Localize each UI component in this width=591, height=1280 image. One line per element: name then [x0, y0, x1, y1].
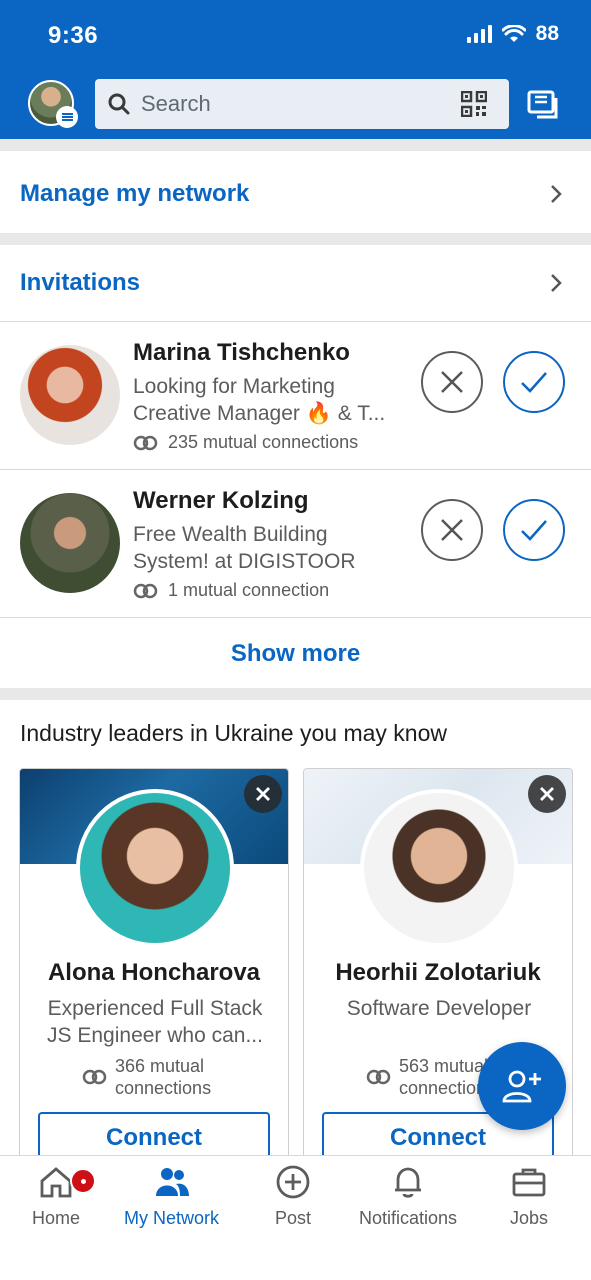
- bell-icon: [395, 1167, 422, 1198]
- invitation-headline: Looking for Marketing Creative Manager 🔥…: [133, 375, 386, 425]
- nav-jobs[interactable]: Jobs: [510, 1164, 548, 1229]
- top-header: 9:36 88 Search: [0, 0, 591, 139]
- bottom-nav: Home My Network Post Notifications Jobs: [0, 1155, 591, 1280]
- battery-level: 88: [535, 22, 559, 45]
- invitations-label: Invitations: [20, 269, 141, 296]
- invitation-item[interactable]: Marina Tishchenko Looking for Marketing …: [0, 322, 591, 469]
- dismiss-button[interactable]: [528, 775, 566, 813]
- manage-network-label: Manage my network: [20, 180, 250, 207]
- invitation-headline: Free Wealth Building System! at DIGISTOO…: [133, 523, 356, 573]
- close-icon: [256, 787, 270, 801]
- nav-home[interactable]: Home: [32, 1164, 96, 1229]
- nav-notifications[interactable]: Notifications: [359, 1164, 457, 1229]
- messaging-icon[interactable]: [527, 88, 561, 122]
- section-gap: [0, 688, 591, 700]
- mutual-connections: 563 mutual connections: [366, 1055, 495, 1099]
- mutual-connections: 366 mutual connections: [82, 1055, 211, 1099]
- check-icon: [521, 372, 547, 393]
- close-icon: [441, 519, 463, 541]
- section-gap: [0, 139, 591, 151]
- card-headline: Software Developer: [346, 997, 532, 1020]
- status-icons: 88: [466, 22, 559, 46]
- add-person-icon: [502, 1070, 541, 1103]
- suggestion-card[interactable]: Alona Honcharova Experienced Full Stack …: [19, 768, 289, 1168]
- accept-button[interactable]: [503, 351, 565, 413]
- nav-my-network[interactable]: My Network: [124, 1164, 219, 1229]
- nav-post[interactable]: Post: [275, 1164, 311, 1229]
- mutual-connections: 1 mutual connection: [133, 580, 329, 601]
- mutual-connections-icon: [366, 1069, 391, 1085]
- chevron-right-icon: [551, 185, 562, 203]
- invitation-name[interactable]: Werner Kolzing: [133, 487, 309, 515]
- avatar[interactable]: [20, 493, 120, 593]
- card-name[interactable]: Alona Honcharova: [20, 959, 288, 987]
- card-headline: Experienced Full Stack JS Engineer who c…: [47, 997, 263, 1047]
- add-connection-button[interactable]: [478, 1042, 566, 1130]
- mutual-connections-icon: [133, 435, 158, 450]
- chevron-right-icon: [551, 274, 562, 292]
- search-icon: [108, 93, 130, 115]
- manage-network-row[interactable]: Manage my network: [0, 151, 591, 237]
- avatar[interactable]: [360, 789, 518, 947]
- search-input[interactable]: Search: [141, 91, 461, 117]
- people-icon: [155, 1168, 189, 1196]
- mutual-connections-icon: [133, 583, 158, 598]
- close-icon: [441, 371, 463, 393]
- status-time: 9:36: [48, 22, 99, 49]
- cellular-signal-icon: [466, 25, 492, 43]
- menu-icon[interactable]: [56, 106, 78, 128]
- invitation-item[interactable]: Werner Kolzing Free Wealth Building Syst…: [0, 470, 591, 617]
- notification-badge: [70, 1168, 96, 1194]
- ignore-button[interactable]: [421, 351, 483, 413]
- invitation-name[interactable]: Marina Tishchenko: [133, 339, 350, 367]
- plus-circle-icon: [276, 1165, 310, 1199]
- qr-code-icon[interactable]: [461, 91, 487, 117]
- search-bar[interactable]: Search: [95, 79, 509, 129]
- invitations-row[interactable]: Invitations: [0, 245, 591, 321]
- dismiss-button[interactable]: [244, 775, 282, 813]
- mutual-connections: 235 mutual connections: [133, 432, 358, 453]
- briefcase-icon: [512, 1168, 546, 1197]
- close-icon: [540, 787, 554, 801]
- show-more-button[interactable]: Show more: [0, 619, 591, 688]
- wifi-icon: [501, 25, 526, 42]
- avatar[interactable]: [20, 345, 120, 445]
- home-icon: [40, 1167, 72, 1198]
- mutual-connections-icon: [82, 1069, 107, 1085]
- divider: [0, 617, 591, 618]
- card-name[interactable]: Heorhii Zolotariuk: [304, 959, 572, 987]
- ignore-button[interactable]: [421, 499, 483, 561]
- suggestions-title: Industry leaders in Ukraine you may know: [20, 720, 447, 746]
- check-icon: [521, 520, 547, 541]
- avatar[interactable]: [76, 789, 234, 947]
- section-gap: [0, 233, 591, 245]
- accept-button[interactable]: [503, 499, 565, 561]
